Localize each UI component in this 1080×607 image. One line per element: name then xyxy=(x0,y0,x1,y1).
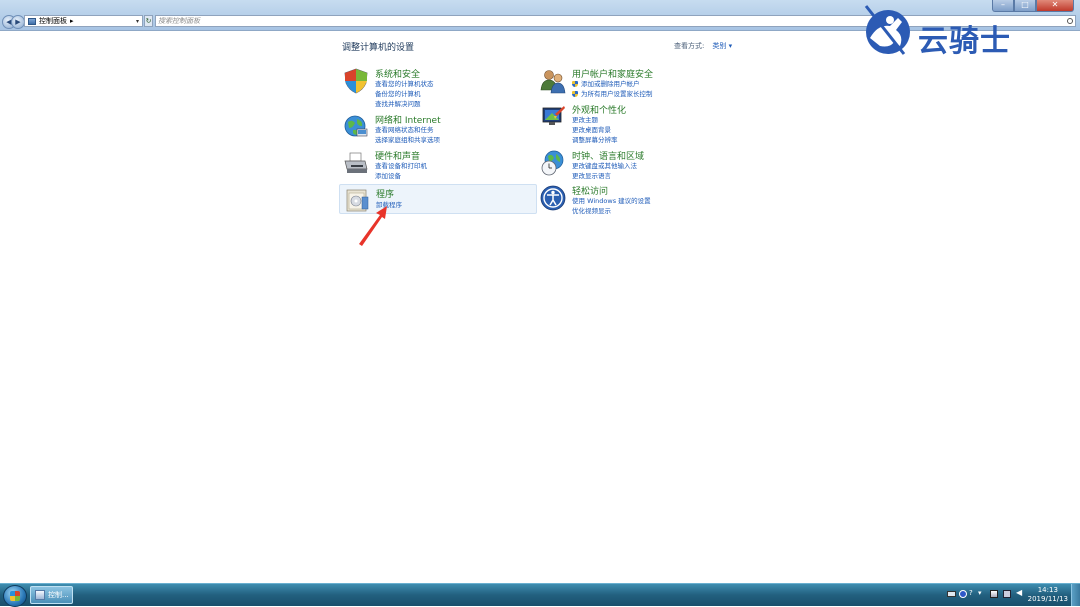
clock-date: 2019/11/13 xyxy=(1027,595,1068,603)
link-homegroup-sharing[interactable]: 选择家庭组和共享选项 xyxy=(375,135,440,145)
category-user-accounts: 用户帐户和家庭安全 添加或删除用户帐户 为所有用户设置家长控制 xyxy=(538,67,733,99)
search-input[interactable]: 搜索控制面板 xyxy=(158,16,200,26)
taskbar-button-control-panel[interactable]: 控制... xyxy=(30,586,73,604)
network-globe-icon[interactable] xyxy=(343,114,369,140)
link-devices-printers[interactable]: 查看设备和打印机 xyxy=(375,161,427,171)
link-optimize-visual-display[interactable]: 优化视频显示 xyxy=(572,206,651,216)
monitor-paint-icon[interactable] xyxy=(540,104,566,130)
link-add-device[interactable]: 添加设备 xyxy=(375,171,427,181)
view-by-dropdown[interactable]: 类别 ▾ xyxy=(712,42,732,50)
link-change-display-language[interactable]: 更改显示语言 xyxy=(572,171,637,181)
uac-shield-icon xyxy=(572,81,578,87)
tray-help-icon[interactable]: ? xyxy=(969,589,977,597)
link-view-computer-status[interactable]: 查看您的计算机状态 xyxy=(375,79,434,89)
category-clock-language: 时钟、语言和区域 更改键盘或其他输入法 更改显示语言 xyxy=(538,149,733,181)
link-view-network-status[interactable]: 查看网络状态和任务 xyxy=(375,125,440,135)
network-icon[interactable] xyxy=(1003,590,1011,598)
system-tray: ? ▾ ◀ 14:13 2019/11/13 xyxy=(945,584,1080,606)
address-dropdown-icon[interactable]: ▾ xyxy=(136,18,139,25)
breadcrumb-chevron-icon[interactable]: ▸ xyxy=(70,17,74,25)
keyboard-icon[interactable] xyxy=(947,591,956,597)
volume-icon[interactable]: ◀ xyxy=(1016,589,1024,597)
breadcrumb-control-panel[interactable]: 控制面板 xyxy=(39,16,67,26)
link-recommended-settings[interactable]: 使用 Windows 建议的设置 xyxy=(572,196,651,206)
category-system-security: 系统和安全 查看您的计算机状态 备份您的计算机 查找并解决问题 xyxy=(341,67,536,108)
control-panel-icon xyxy=(35,590,45,600)
link-change-theme[interactable]: 更改主题 xyxy=(572,115,618,125)
uac-shield-icon xyxy=(572,91,578,97)
show-desktop-button[interactable] xyxy=(1071,584,1080,606)
page-title: 调整计算机的设置 xyxy=(342,43,415,53)
category-hardware-sound: 硬件和声音 查看设备和打印机 添加设备 xyxy=(341,149,536,181)
clock-time: 14:13 xyxy=(1037,586,1058,594)
clock[interactable]: 14:13 2019/11/13 xyxy=(1028,586,1068,604)
address-bar[interactable]: 控制面板 ▸ ▾ xyxy=(24,15,143,27)
printer-icon[interactable] xyxy=(343,150,369,176)
link-troubleshoot[interactable]: 查找并解决问题 xyxy=(375,99,434,109)
annotation-arrow-icon xyxy=(359,206,387,246)
taskbar-button-label: 控制... xyxy=(48,591,69,599)
accessibility-icon[interactable] xyxy=(540,185,566,211)
link-screen-resolution[interactable]: 调整屏幕分辨率 xyxy=(572,135,618,145)
action-center-flag-icon[interactable] xyxy=(990,590,998,598)
refresh-button[interactable]: ↻ xyxy=(144,15,153,27)
link-change-background[interactable]: 更改桌面背景 xyxy=(572,125,618,135)
knight-logo-icon xyxy=(864,5,910,55)
category-title[interactable]: 程序 xyxy=(376,187,394,200)
taskbar: 控制... ? ▾ ◀ 14:13 2019/11/13 xyxy=(0,583,1080,607)
watermark-logo: 云骑士 xyxy=(860,2,1050,62)
shield-icon[interactable] xyxy=(343,68,369,94)
watermark-text: 云骑士 xyxy=(918,24,1011,59)
control-panel-icon xyxy=(28,17,36,25)
view-by-label: 查看方式: xyxy=(674,42,705,50)
windows-logo-icon xyxy=(10,591,20,601)
users-icon[interactable] xyxy=(540,68,566,94)
link-change-input-method[interactable]: 更改键盘或其他输入法 xyxy=(572,161,637,171)
category-appearance: 外观和个性化 更改主题 更改桌面背景 调整屏幕分辨率 xyxy=(538,103,733,144)
category-network-internet: 网络和 Internet 查看网络状态和任务 选择家庭组和共享选项 xyxy=(341,113,536,145)
link-add-remove-accounts[interactable]: 添加或删除用户帐户 xyxy=(572,79,653,89)
search-icon[interactable] xyxy=(1067,18,1073,24)
tray-expand-icon[interactable]: ▾ xyxy=(978,589,986,597)
view-by: 查看方式: 类别 ▾ xyxy=(674,41,732,51)
category-ease-of-access: 轻松访问 使用 Windows 建议的设置 优化视频显示 xyxy=(538,184,733,216)
link-backup-computer[interactable]: 备份您的计算机 xyxy=(375,89,434,99)
input-method-icon[interactable] xyxy=(959,590,967,598)
forward-button[interactable]: ▶ xyxy=(11,15,25,29)
clock-globe-icon[interactable] xyxy=(540,150,566,176)
start-button[interactable] xyxy=(3,585,27,607)
link-parental-controls[interactable]: 为所有用户设置家长控制 xyxy=(572,89,653,99)
